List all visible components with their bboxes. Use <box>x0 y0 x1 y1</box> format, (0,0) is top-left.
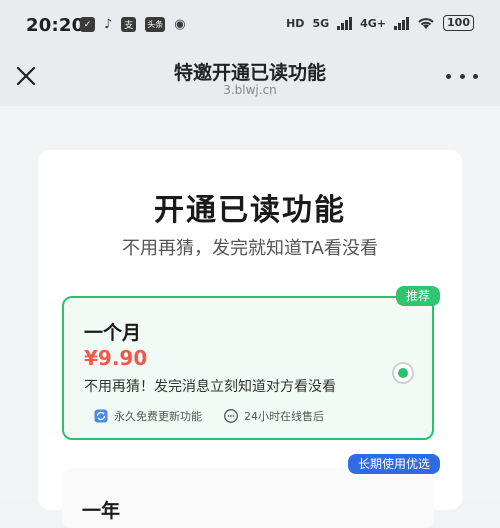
feature-label: 永久免费更新功能 <box>114 410 202 423</box>
card-subtitle: 不用再猜，发完就知道TA看没看 <box>122 238 378 259</box>
wifi-icon <box>418 18 434 29</box>
status-right-icons: HD 5G 4G+ 100 <box>286 15 474 31</box>
more-button[interactable] <box>446 66 478 86</box>
page-url: 3.blwj.cn <box>223 83 277 97</box>
feature-24h-support: 24小时在线售后 <box>224 408 324 424</box>
status-notification-icons: ✓ ♪ 支 头条 ◉ <box>80 17 186 32</box>
battery-icon: 100 <box>443 15 474 31</box>
page-content: 开通已读功能 不用再猜，发完就知道TA看没看 推荐 一个月 ¥9.90 不用再猜… <box>0 106 500 528</box>
alipay-icon: 支 <box>121 17 137 32</box>
nav-bar: 特邀开通已读功能 3.blwj.cn <box>0 52 500 106</box>
location-icon: ◉ <box>174 17 186 32</box>
tiktok-icon: ♪ <box>104 17 113 32</box>
more-dot-icon <box>459 73 465 79</box>
more-dot-icon <box>473 73 478 79</box>
network-4g-label: 4G+ <box>360 16 387 30</box>
status-time: 20:20 <box>26 15 85 36</box>
plan-name: 一个月 <box>84 322 142 344</box>
chat-icon <box>224 409 238 423</box>
more-dot-icon <box>446 73 451 79</box>
card-title: 开通已读功能 <box>154 193 346 228</box>
feature-label: 24小时在线售后 <box>244 410 324 423</box>
toutiao-icon: 头条 <box>145 17 166 32</box>
feature-free-updates: 永久免费更新功能 <box>94 408 202 424</box>
subscription-card: 开通已读功能 不用再猜，发完就知道TA看没看 推荐 一个月 ¥9.90 不用再猜… <box>38 150 462 528</box>
network-5g-label: 5G <box>312 16 330 30</box>
page-title: 特邀开通已读功能 <box>173 62 326 84</box>
plan-monthly[interactable]: 推荐 一个月 ¥9.90 不用再猜！发完消息立刻知道对方看没看 永久免费更新功能… <box>62 286 440 440</box>
status-bar: 20:20 ✓ ♪ 支 头条 ◉ HD 5G 4G+ 100 <box>0 0 500 52</box>
signal-icon-2 <box>394 16 410 30</box>
plan-name: 一年 <box>82 500 121 522</box>
hd-label: HD <box>286 16 305 30</box>
signal-icon <box>337 16 353 30</box>
plan-yearly[interactable]: 长期使用优选 一年 <box>62 454 440 528</box>
check-icon: ✓ <box>80 17 95 32</box>
recommend-badge: 推荐 <box>395 286 440 306</box>
plan-radio-selected[interactable] <box>392 362 414 384</box>
plan-price: ¥9.90 <box>84 346 148 370</box>
refresh-icon <box>94 409 108 423</box>
long-term-badge: 长期使用优选 <box>347 454 440 474</box>
plan-description: 不用再猜！发完消息立刻知道对方看没看 <box>84 379 336 395</box>
